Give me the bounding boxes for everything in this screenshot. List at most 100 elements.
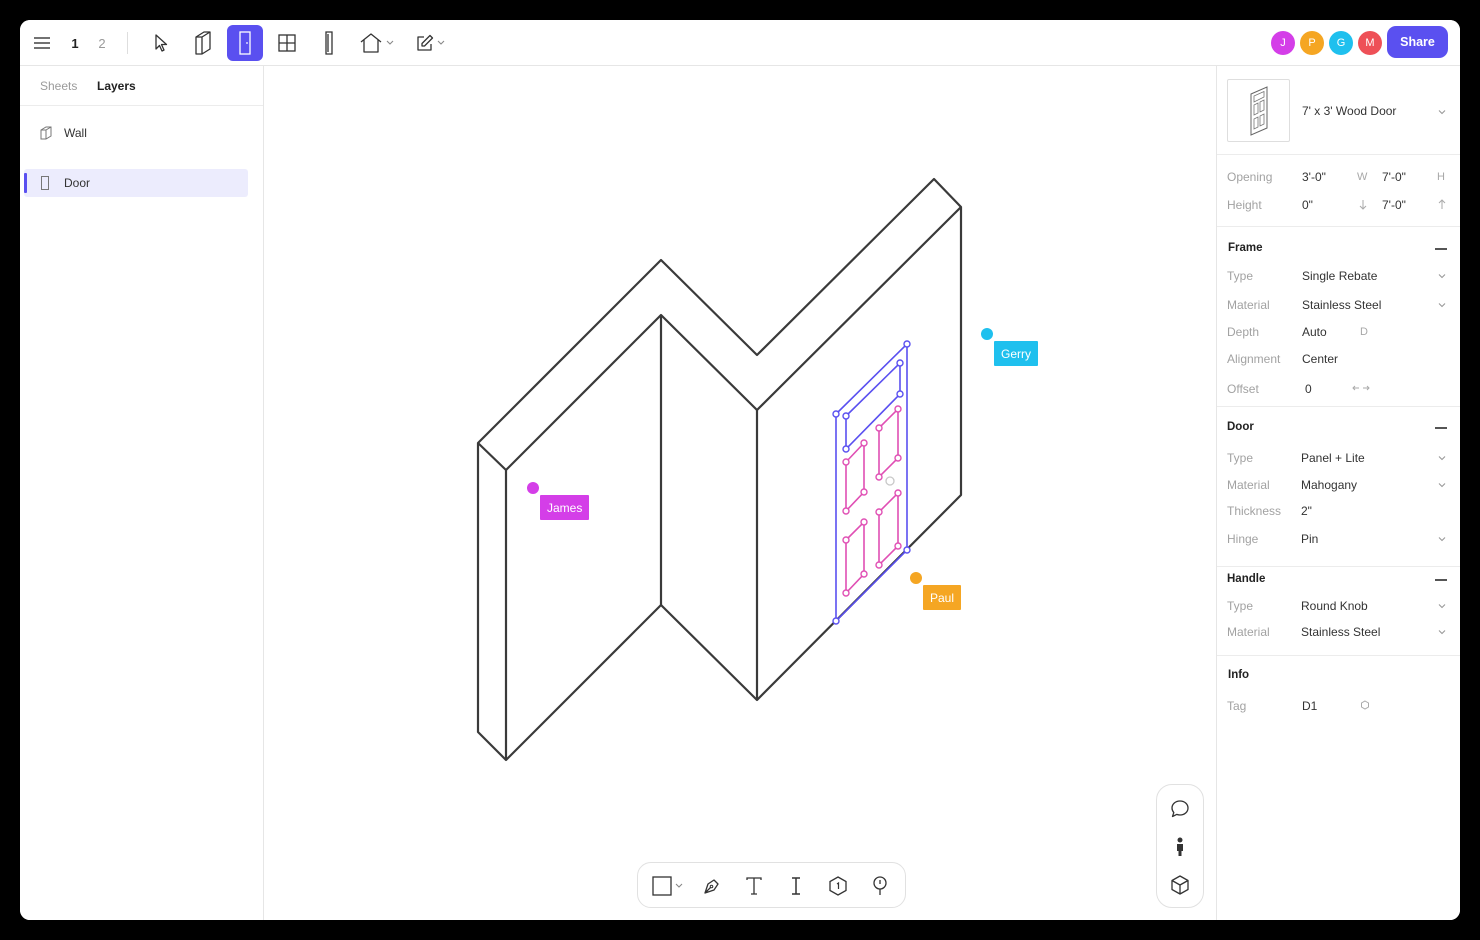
rectangle-icon [651,876,672,896]
pen-tool-button[interactable] [694,863,730,909]
frame-alignment-label: Alignment [1227,352,1281,366]
view-tools [1156,784,1204,908]
chevron-down-icon[interactable] [1437,480,1447,490]
selection-marker [24,173,27,193]
text-cursor-tool-button[interactable] [778,863,814,909]
opening-height-field[interactable]: 7'-0" [1382,170,1406,184]
handle-title: Handle [1227,573,1266,585]
frame-material-label: Material [1227,298,1270,312]
chevron-down-icon[interactable] [1437,453,1447,463]
frame-depth-field[interactable]: Auto [1302,325,1327,339]
share-button[interactable]: Share [1387,26,1448,58]
chevron-down-icon [386,40,393,45]
cursor-dot-james [527,482,539,494]
text-cursor-icon [792,877,800,895]
chevron-down-icon[interactable] [1437,300,1447,310]
frame-title: Frame [1228,242,1263,254]
door-type-name[interactable]: 7' x 3' Wood Door [1302,104,1396,118]
height-label: Height [1227,198,1262,212]
collapse-frame-icon[interactable] [1435,248,1447,250]
avatar-g[interactable]: G [1329,31,1353,55]
frame-material-select[interactable]: Stainless Steel [1302,298,1381,312]
cursor-icon [155,34,168,52]
cursor-tag-paul: Paul [923,585,962,610]
hexagon-icon[interactable] [1360,700,1370,710]
isometric-drawing [476,177,963,762]
avatar-m[interactable]: M [1358,31,1382,55]
chevron-down-icon[interactable] [1437,627,1447,637]
column-tool-button[interactable] [311,25,347,61]
frame-type-label: Type [1227,269,1254,283]
handle-type-select[interactable]: Round Knob [1301,599,1368,613]
tab-sheets[interactable]: Sheets [40,79,77,93]
comment-button[interactable] [1157,791,1203,827]
page-1-tab[interactable]: 1 [68,20,82,66]
info-section: Info Tag D1 [1217,655,1460,735]
rectangle-tool-dropdown[interactable] [646,863,688,909]
chevron-down-icon[interactable] [1437,534,1447,544]
pin-icon [873,876,887,895]
frame-offset-field[interactable]: 0 [1305,382,1312,396]
drawing-canvas[interactable]: James Gerry Paul [264,66,1216,920]
wall-geometry[interactable] [476,177,963,762]
door-geometry[interactable] [832,340,911,625]
inspector-panel: 7' x 3' Wood Door Opening 3'-0" W 7'-0" … [1216,66,1460,920]
cursor-dot-paul [910,572,922,584]
text-tool-button[interactable] [736,863,772,909]
layer-label: Door [64,176,91,190]
collapse-handle-icon[interactable] [1435,579,1447,581]
layer-item-door[interactable]: Door [24,169,248,197]
tag-label: Tag [1227,699,1247,713]
select-tool-button[interactable] [143,25,179,61]
page-2-tab[interactable]: 2 [95,20,109,66]
pin-tool-button[interactable] [862,863,898,909]
handle-material-select[interactable]: Stainless Steel [1301,625,1380,639]
height-unit: H [1437,171,1445,183]
tab-layers[interactable]: Layers [97,79,136,93]
layer-label: Wall [64,126,87,140]
comment-icon [1171,800,1189,818]
house-tool-dropdown[interactable] [356,20,396,66]
opening-section: Opening 3'-0" W 7'-0" H Height 0" 7'-0" [1217,154,1460,226]
door-thumbnail[interactable] [1227,79,1290,142]
cursor-tag-gerry: Gerry [994,341,1038,366]
window-tool-button[interactable] [269,25,305,61]
width-unit: W [1357,171,1368,183]
sill-height-field[interactable]: 0" [1302,198,1313,212]
door-type-select[interactable]: Panel + Lite [1301,451,1365,465]
door-hinge-select[interactable]: Pin [1301,532,1318,546]
door-tool-button[interactable] [227,25,263,61]
text-icon [746,877,762,895]
chevron-down-icon[interactable] [1437,107,1447,117]
chevron-down-icon[interactable] [1437,601,1447,611]
person-button[interactable] [1157,829,1203,865]
edit-tool-dropdown[interactable] [412,20,448,66]
door-title: Door [1227,421,1254,433]
opening-width-field[interactable]: 3'-0" [1302,170,1326,184]
door-material-select[interactable]: Mahogany [1301,478,1357,492]
window-icon [278,34,296,52]
wall-tool-button[interactable] [185,25,221,61]
menu-icon[interactable] [30,20,54,66]
layer-item-wall[interactable]: Wall [24,119,248,147]
tag-tool-button[interactable] [820,863,856,909]
avatar-p[interactable]: P [1300,31,1324,55]
chevron-down-icon[interactable] [1437,271,1447,281]
tag-icon [829,876,847,896]
3d-view-button[interactable] [1157,867,1203,903]
frame-type-select[interactable]: Single Rebate [1302,269,1377,283]
avatar-j[interactable]: J [1271,31,1295,55]
door-material-label: Material [1227,478,1270,492]
wall-icon [40,126,52,140]
pen-icon [704,879,719,894]
arrow-down-icon [1359,200,1367,210]
chevron-down-icon [675,883,682,888]
door-icon [41,176,49,190]
door-thickness-field[interactable]: 2" [1301,504,1312,518]
collapse-door-icon[interactable] [1435,427,1447,429]
frame-alignment-field[interactable]: Center [1302,352,1338,366]
edit-icon [416,34,433,51]
toolbar-divider [127,32,128,54]
head-height-field[interactable]: 7'-0" [1382,198,1406,212]
tag-field[interactable]: D1 [1302,699,1317,713]
